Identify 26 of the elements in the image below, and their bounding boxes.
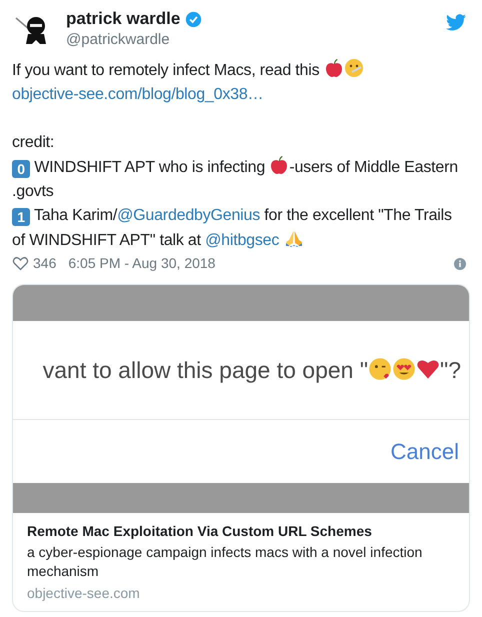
tweet-text: credit: bbox=[12, 133, 56, 153]
cancel-label: Cancel bbox=[390, 438, 459, 466]
bird-icon[interactable] bbox=[446, 14, 466, 31]
tweet-time[interactable]: 6:05 PM - Aug 30, 2018 bbox=[68, 253, 216, 274]
keycap-digit: 0 bbox=[12, 160, 30, 178]
card-title: Remote Mac Exploitation Via Custom URL Schemes bbox=[27, 522, 373, 541]
author-handle[interactable]: @patrickwardle bbox=[66, 30, 202, 50]
heart-eyes-icon bbox=[392, 356, 416, 381]
link-card[interactable]: vant to allow this page to open " "? Cancel Remote Mac Exploitation Via Custom URL Schemes a cyber-espionage campaign infects macs with a novel infection mechanism objective-see.com bbox=[12, 284, 470, 612]
kiss-face-icon bbox=[368, 356, 392, 381]
link[interactable]: @hitbgsec bbox=[205, 232, 280, 249]
dialog-message: vant to allow this page to open " "? bbox=[42, 356, 461, 385]
card-domain: objective-see.com bbox=[27, 584, 141, 603]
tweet-text: 1 Taha Karim/@GuardedbyGenius for the excellent "The Trails of WINDSHIFT APT" talk at @hitbgsec bbox=[12, 206, 453, 251]
card-description: a cyber-espionage campaign infects macs with a novel infection mechanism bbox=[27, 543, 424, 581]
apple-icon bbox=[269, 155, 290, 175]
author-name[interactable]: patrick wardle bbox=[66, 8, 180, 30]
link[interactable]: @GuardedbyGenius bbox=[117, 207, 260, 224]
keycap-digit: 1 bbox=[12, 208, 30, 226]
info-icon[interactable] bbox=[454, 258, 466, 270]
like-count: 346 bbox=[33, 254, 56, 273]
link[interactable]: objective-see.com/blog/blog_0x38… bbox=[12, 86, 264, 103]
apple-icon bbox=[324, 58, 344, 78]
thermometer-face-icon bbox=[344, 58, 364, 78]
tweet-text: If you want to remotely infect Macs, read this objective-see.com/blog/blog_0x38… bbox=[12, 58, 468, 107]
like-icon[interactable] bbox=[12, 255, 29, 272]
